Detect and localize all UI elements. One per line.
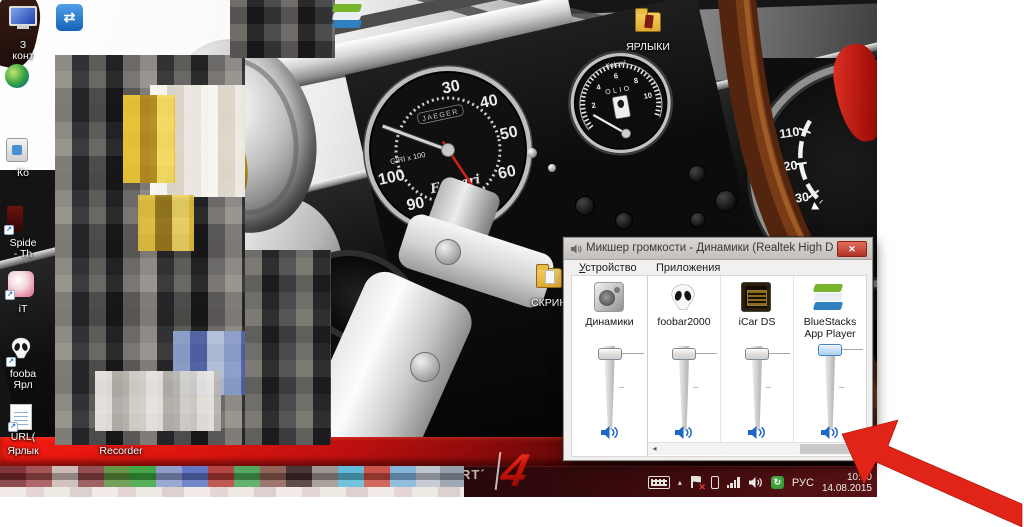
url-icon-label[interactable]: URL( — [0, 432, 46, 443]
slider-thumb[interactable] — [818, 344, 842, 356]
censored-region — [230, 0, 335, 58]
network-signal-icon[interactable] — [727, 477, 740, 488]
foobar-icon-label[interactable]: Ярл — [0, 380, 46, 391]
window-title: Микшер громкости - Динамики (Realtek Hig… — [586, 238, 834, 259]
annotation-arrow — [818, 418, 1024, 527]
svg-text:90: 90 — [405, 194, 426, 214]
url-document-icon[interactable]: ↗ — [10, 404, 32, 430]
language-indicator[interactable]: РУС — [792, 477, 814, 489]
computer-icon[interactable] — [9, 6, 37, 26]
mixer-channel-foobar2000: foobar2000 — [648, 276, 721, 456]
update-tray-icon[interactable]: ↻ — [771, 476, 784, 489]
dash-knob — [690, 212, 706, 228]
internet-globe-icon[interactable] — [5, 64, 29, 88]
dash-knob — [688, 165, 706, 183]
censored-patch — [138, 195, 194, 251]
touch-keyboard-icon[interactable] — [648, 476, 670, 489]
volume-slider[interactable] — [721, 346, 793, 430]
svg-text:50: 50 — [498, 123, 519, 143]
slider-thumb[interactable] — [672, 348, 696, 360]
mute-button[interactable] — [671, 424, 697, 442]
oil-gauge: Ka/cm² 2 4 6 8 10 OLIO — [557, 41, 684, 168]
dash-switch — [548, 164, 556, 172]
action-center-flag-icon[interactable]: ✕ — [690, 476, 703, 490]
dash-knob — [575, 196, 595, 216]
bolt — [435, 239, 461, 265]
bluestacks-app-icon — [814, 282, 844, 312]
channel-name: Динамики — [573, 316, 646, 328]
mixer-channel-icards: iCar DS — [721, 276, 794, 456]
dash-knob — [615, 212, 633, 230]
teamviewer-icon[interactable]: ⇄ — [56, 4, 83, 31]
speakers-device-icon — [594, 282, 624, 312]
foobar2000-app-icon — [668, 282, 698, 312]
censored-patch — [95, 371, 221, 431]
spiderman-icon[interactable]: ↗ — [7, 206, 23, 232]
dash-switch — [527, 148, 537, 158]
mute-button[interactable] — [744, 424, 770, 442]
group-device-label: Устройство — [579, 262, 637, 274]
shortcut-badge-icon: ↗ — [5, 290, 15, 300]
censored-taskbar-region — [0, 466, 464, 487]
volume-slider[interactable] — [572, 346, 647, 430]
channel-name: iCar DS — [722, 316, 792, 328]
slider-thumb[interactable] — [745, 348, 769, 360]
slider-thumb[interactable] — [598, 348, 622, 360]
computer-icon-label[interactable]: конт — [0, 51, 46, 62]
group-apps-label: Приложения — [656, 262, 720, 274]
svg-text:30: 30 — [441, 77, 462, 97]
close-button[interactable]: ✕ — [837, 241, 867, 257]
volume-tray-icon[interactable] — [748, 476, 763, 489]
app-box-icon[interactable] — [6, 138, 28, 162]
channel-name: foobar2000 — [649, 316, 719, 328]
hidden-icons-chevron-icon[interactable]: ▴ — [678, 478, 682, 487]
device-icon[interactable] — [711, 476, 719, 489]
censored-region — [55, 55, 245, 445]
shortcuts-folder-icon[interactable] — [635, 12, 661, 32]
censored-region — [245, 250, 331, 445]
svg-text:40: 40 — [478, 92, 499, 112]
shortcuts-folder-label[interactable]: ЯРЛЫКИ — [607, 42, 689, 53]
recorder-icon-label[interactable]: Recorder — [90, 446, 152, 457]
window-speaker-icon — [570, 243, 582, 255]
censored-taskbar-strip — [0, 487, 464, 497]
bluestacks-desktop-icon[interactable] — [333, 3, 362, 30]
foobar-desktop-icon[interactable]: ↗ — [9, 336, 33, 364]
itunes-icon[interactable]: ↗ — [8, 271, 34, 297]
wallpaper-sport-text: RT´ — [461, 467, 486, 482]
volume-slider[interactable] — [648, 346, 720, 430]
svg-text:10: 10 — [643, 91, 653, 101]
scroll-left-button[interactable]: ◂ — [648, 443, 661, 455]
screens-folder-icon[interactable] — [536, 268, 562, 288]
bolt — [410, 352, 440, 382]
svg-text:60: 60 — [497, 163, 518, 183]
app-box-icon-label[interactable]: Ко — [0, 168, 46, 179]
titleb[interactable]: Микшер громкости - Динамики (Realtek Hig… — [564, 238, 872, 260]
icar-ds-app-icon — [741, 282, 771, 312]
url-icon-label[interactable]: Ярлык — [0, 446, 46, 457]
itunes-icon-label[interactable]: iT — [0, 304, 46, 315]
spiderman-icon-label[interactable]: - Th — [0, 249, 46, 260]
mute-button[interactable] — [597, 424, 623, 442]
screenshot-root: JAEGER GIRI x 100 Ferrari 30 40 50 60 70… — [0, 0, 1024, 527]
mixer-channel-speakers: Динамики — [572, 276, 648, 456]
channel-name: BlueStacks App Player — [795, 316, 865, 340]
shortcut-badge-icon: ↗ — [4, 225, 14, 235]
shortcut-badge-icon: ↗ — [6, 357, 16, 367]
censored-patch — [123, 95, 175, 183]
dash-knob — [715, 190, 737, 212]
